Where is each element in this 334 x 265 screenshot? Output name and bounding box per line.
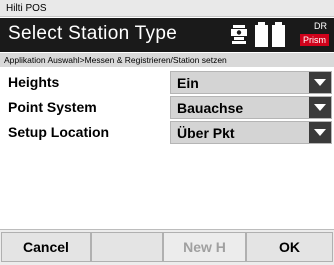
page-title: Select Station Type xyxy=(8,23,178,44)
ok-button[interactable]: OK xyxy=(246,232,333,262)
empty-softkey[interactable] xyxy=(91,232,163,262)
heights-value: Ein xyxy=(177,75,199,91)
battery-icon xyxy=(253,22,287,48)
field-row-heights: Heights Ein xyxy=(0,70,334,96)
window-title-bar: Hilti POS xyxy=(0,0,334,17)
chevron-down-icon[interactable] xyxy=(309,122,331,143)
cancel-button[interactable]: Cancel xyxy=(1,232,91,262)
chevron-down-icon[interactable] xyxy=(309,72,331,93)
softkey-bar: Cancel New H OK xyxy=(0,229,334,265)
chevron-down-icon[interactable] xyxy=(309,97,331,118)
setup-location-value: Über Pkt xyxy=(177,125,235,141)
breadcrumb: Applikation Auswahl>Messen & Registriere… xyxy=(0,53,334,67)
measurement-mode-badge: DR Prism xyxy=(291,21,331,49)
setup-location-label: Setup Location xyxy=(8,124,110,140)
mode-prism-label: Prism xyxy=(300,34,329,46)
point-system-label: Point System xyxy=(8,99,97,115)
point-system-dropdown[interactable]: Bauachse xyxy=(170,96,332,119)
window-title: Hilti POS xyxy=(6,3,47,14)
heights-dropdown[interactable]: Ein xyxy=(170,71,332,94)
point-system-value: Bauachse xyxy=(177,100,244,116)
new-h-button[interactable]: New H xyxy=(163,232,246,262)
total-station-icon xyxy=(229,24,249,46)
heights-label: Heights xyxy=(8,74,60,90)
header-bar: Select Station Type DR Prism xyxy=(0,18,334,52)
field-row-point-system: Point System Bauachse xyxy=(0,95,334,121)
mode-dr-label: DR xyxy=(314,21,327,31)
setup-location-dropdown[interactable]: Über Pkt xyxy=(170,121,332,144)
field-row-setup-location: Setup Location Über Pkt xyxy=(0,120,334,146)
